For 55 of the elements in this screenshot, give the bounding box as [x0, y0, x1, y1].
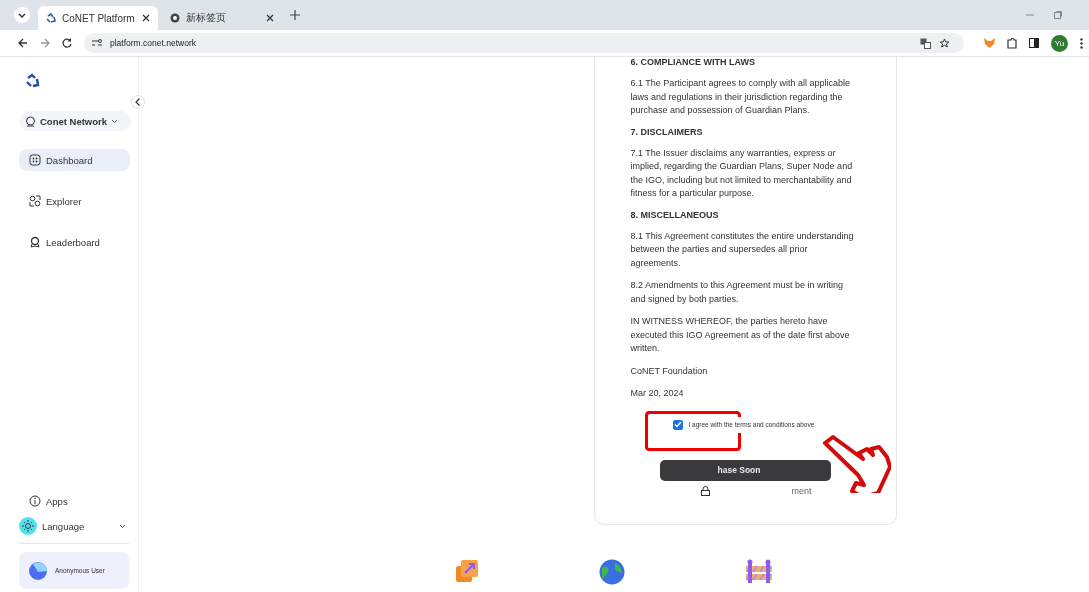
tab-title: CoNET Platform: [62, 12, 136, 24]
checkbox[interactable]: [672, 419, 683, 430]
chevron-down-icon: [119, 523, 126, 529]
reload-icon[interactable]: [62, 38, 72, 48]
expand-icon: [455, 559, 479, 583]
side-panel-icon[interactable]: [1029, 38, 1039, 48]
network-selector[interactable]: Conet Network: [19, 111, 131, 131]
dashboard-icon: [29, 154, 41, 166]
paragraph: Mar 20, 2024: [630, 387, 685, 400]
logo-icon: [25, 73, 41, 89]
purchase-button[interactable]: hase Soon: [659, 459, 831, 481]
site-settings-icon: [92, 39, 102, 47]
paragraph: 6.1 The Participant agrees to comply with all applicable laws and regulations in their jurisdiction regarding the purchase and possession of Guardian Plans.: [630, 77, 851, 117]
collapse-button[interactable]: [131, 95, 145, 109]
profile-avatar[interactable]: Yu: [1051, 34, 1068, 52]
close-icon[interactable]: [266, 14, 274, 22]
paragraph: IN WITNESS WHEREOF, the parties hereto have executed this IGO Agreement as of the date first above written.: [630, 315, 851, 355]
section-heading: 7. DISCLAIMERS: [630, 126, 704, 137]
chevron-down-icon: [111, 118, 119, 124]
sidebar-item[interactable]: Explorer: [19, 190, 130, 212]
new-tab-icon[interactable]: [290, 10, 300, 20]
close-icon[interactable]: [142, 14, 150, 22]
sun-icon: [19, 517, 37, 535]
paragraph: CoNET Foundation: [630, 364, 709, 378]
sidebar-item[interactable]: Dashboard: [19, 149, 130, 171]
apps-link[interactable]: Apps: [19, 495, 129, 507]
info-icon: [29, 495, 41, 507]
paragraph: 8.1 This Agreement constitutes the entire understanding between the parties and supersedes all prior agreements.: [630, 229, 855, 270]
forward-icon[interactable]: [40, 38, 50, 48]
sidebar-item[interactable]: Leaderboard: [19, 231, 130, 253]
url-text: platform.conet.network: [110, 38, 196, 48]
paragraph: 7.1 The Issuer disclaims any warranties, express or implied, regarding the Guardian Plans, Super Node and the IGO, including but not limited to merchantability and fitness for a particular purpose.: [630, 146, 854, 200]
section-heading: 8. MISCELLANEOUS: [630, 209, 720, 220]
section-heading: 6. COMPLIANCE WITH LAWS: [630, 57, 756, 67]
check-icon: [673, 421, 682, 428]
barrier-icon: [745, 559, 773, 583]
pointing-hand-drawing: [820, 433, 891, 493]
tab-title: 新标签页: [186, 11, 227, 25]
translate-icon[interactable]: [920, 37, 931, 49]
paragraph: 8.2 Amendments to this Agreement must be in writing and signed by both parties.: [630, 279, 845, 306]
avatar-icon: [29, 561, 47, 580]
explorer-icon: [29, 195, 41, 207]
browser-tab[interactable]: CoNET Platform: [38, 6, 158, 30]
restore-icon[interactable]: [1053, 10, 1063, 20]
tab-list-icon[interactable]: [14, 7, 30, 23]
lock-icon: [700, 485, 710, 496]
back-icon[interactable]: [18, 38, 28, 48]
language-selector[interactable]: Language: [19, 517, 129, 544]
more-icon[interactable]: [1080, 37, 1083, 49]
logo-icon: [46, 13, 56, 23]
secure-payment-text: ment: [791, 485, 812, 496]
address-field[interactable]: platform.conet.network: [84, 33, 964, 53]
browser-tab[interactable]: 新标签页: [162, 6, 282, 30]
star-icon[interactable]: [939, 37, 950, 49]
puzzle-icon[interactable]: [1007, 37, 1017, 49]
